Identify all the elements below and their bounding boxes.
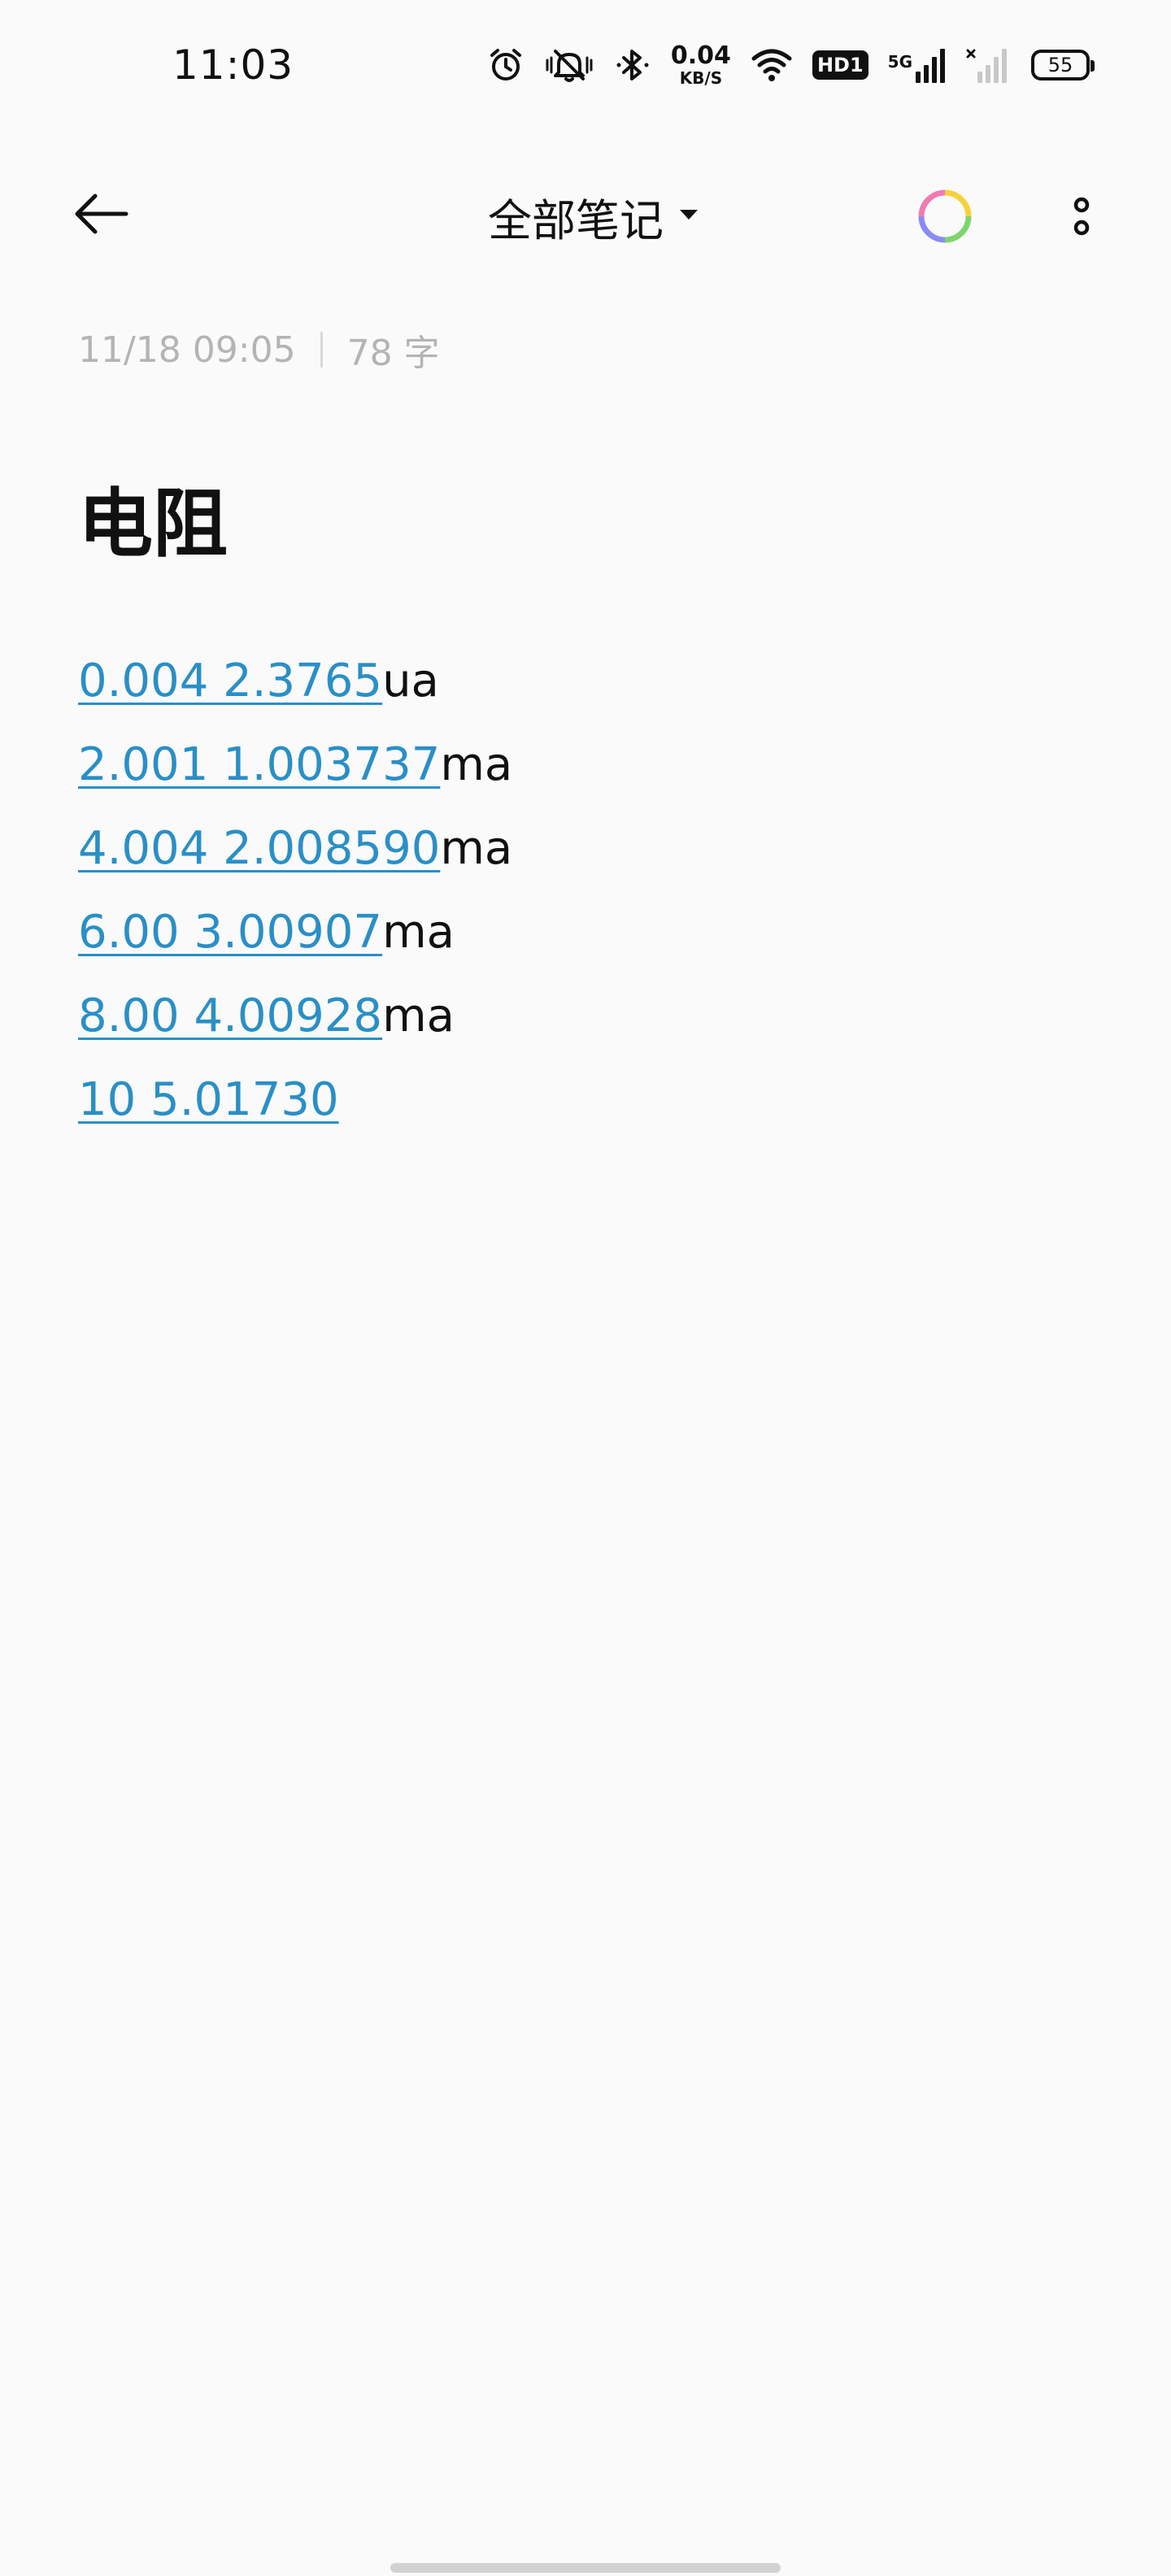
net-speed-unit: KB/S <box>679 68 723 88</box>
note-title[interactable]: 电阻 <box>78 480 228 569</box>
folder-selector[interactable]: 全部笔记 <box>488 185 699 247</box>
home-indicator[interactable] <box>390 2563 781 2573</box>
color-theme-button[interactable] <box>912 185 977 250</box>
note-link[interactable]: 4.004 2.008590 <box>78 822 440 875</box>
wifi-icon <box>751 47 793 83</box>
note-link[interactable]: 2.001 1.003737 <box>78 738 440 791</box>
note-link[interactable]: 10 5.01730 <box>78 1073 339 1126</box>
note-date: 11/18 09:05 <box>78 329 296 371</box>
note-line: 0.004 2.3765ua <box>78 639 512 723</box>
note-line: 4.004 2.008590ma <box>78 807 512 890</box>
color-ring-icon <box>916 188 973 248</box>
battery-level: 55 <box>1047 54 1073 76</box>
note-unit: ma <box>382 990 455 1042</box>
note-link[interactable]: 6.00 3.00907 <box>78 906 382 959</box>
note-unit: ma <box>382 906 455 959</box>
app-bar: 全部笔记 <box>0 163 1171 268</box>
signal-icon <box>914 47 947 83</box>
note-link[interactable]: 8.00 4.00928 <box>78 990 382 1042</box>
net-speed-value: 0.04 <box>670 41 731 70</box>
status-icons: 0.04 KB/S HD1 5G 55 <box>487 37 1095 93</box>
signal-5g: 5G <box>888 47 947 83</box>
more-vertical-icon <box>1069 190 1094 246</box>
note-link[interactable]: 0.004 2.3765 <box>78 655 382 707</box>
hd-badge: HD1 <box>812 50 868 80</box>
status-bar: 11:03 0.04 KB/S HD1 5G 55 <box>0 0 1171 130</box>
network-label: 5G <box>887 52 912 72</box>
alarm-icon <box>487 46 525 84</box>
note-meta: 11/18 09:05 78 字 <box>78 324 440 376</box>
triangle-down-icon <box>678 207 699 225</box>
signal-no-service-icon <box>966 47 1012 83</box>
note-unit: ma <box>440 822 513 875</box>
note-line: 8.00 4.00928ma <box>78 974 512 1058</box>
battery-icon: 55 <box>1031 50 1095 80</box>
note-line: 6.00 3.00907ma <box>78 890 512 974</box>
note-word-count: 78 字 <box>346 333 440 374</box>
mute-icon <box>544 46 594 84</box>
back-button[interactable] <box>65 187 138 244</box>
meta-divider <box>320 332 323 368</box>
note-unit: ua <box>382 655 439 707</box>
note-content[interactable]: 0.004 2.3765ua 2.001 1.003737ma 4.004 2.… <box>78 639 512 1142</box>
bluetooth-icon <box>614 46 651 84</box>
arrow-left-icon <box>72 191 131 240</box>
note-unit: ma <box>440 738 513 791</box>
note-line: 2.001 1.003737ma <box>78 723 512 807</box>
more-options-button[interactable] <box>1057 185 1106 250</box>
folder-title: 全部笔记 <box>488 194 664 246</box>
status-time: 11:03 <box>172 41 294 89</box>
net-speed: 0.04 KB/S <box>670 41 731 88</box>
note-line: 10 5.01730 <box>78 1058 512 1142</box>
